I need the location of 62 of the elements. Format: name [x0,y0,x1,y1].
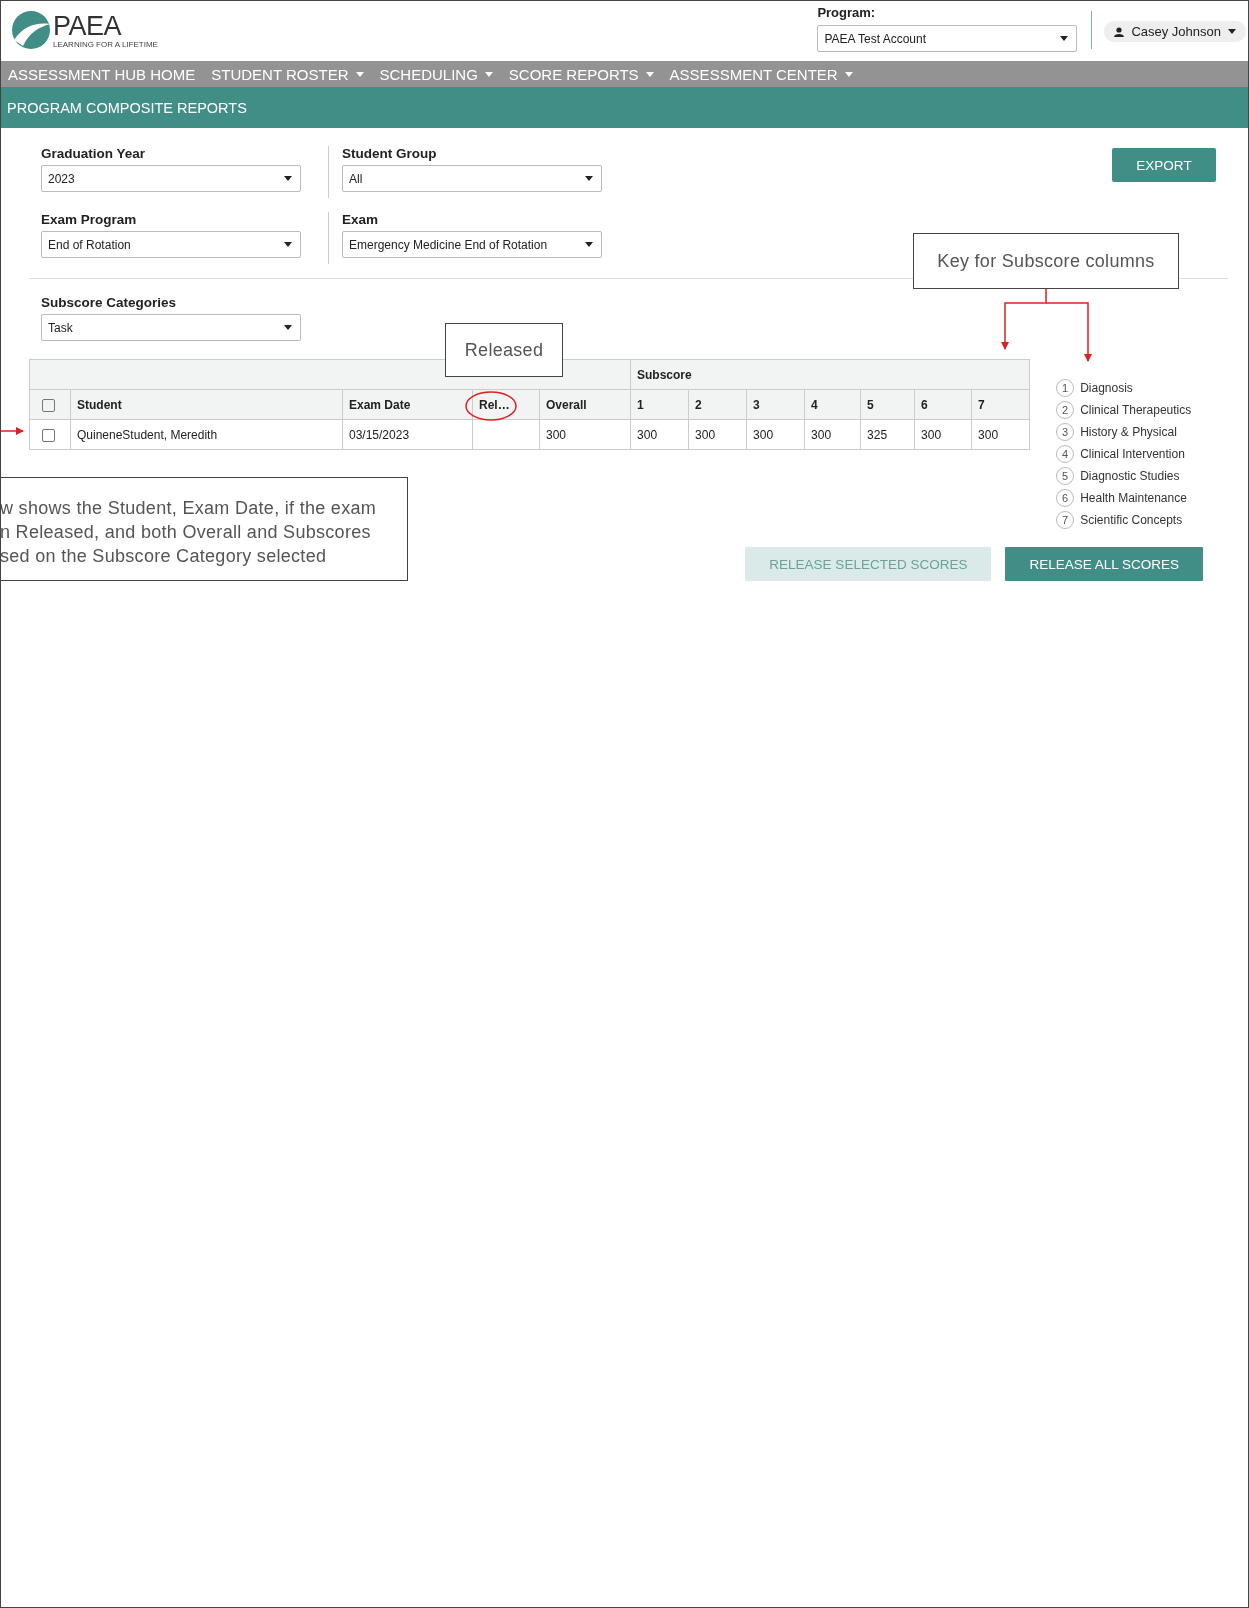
table-cell: 300 [914,419,972,450]
user-menu[interactable]: Casey Johnson [1104,21,1246,42]
table-cell: 300 [971,419,1030,450]
logo-tagline: LEARNING FOR A LIFETIME [53,39,158,49]
key-label: Clinical Intervention [1080,447,1185,461]
dropdown-field[interactable]: Task [41,314,301,341]
column-header[interactable]: 3 [746,389,805,420]
caret-icon [1060,36,1069,41]
caret-icon [1228,29,1236,34]
release-button[interactable]: RELEASE ALL SCORES [1005,547,1203,581]
table-cell [472,419,540,450]
dropdown-field[interactable]: 2023 [41,165,301,192]
key-label: Diagnostic Studies [1080,469,1180,483]
caret-icon [585,176,593,181]
key-label: Health Maintenance [1080,491,1187,505]
program-label: Program: [817,5,877,20]
logo-text: PAEA [53,11,123,40]
caret-icon [585,242,593,247]
table-cell: 325 [860,419,915,450]
callout-box: Key for Subscore columns [913,233,1179,289]
field-label: Exam [342,212,380,227]
table-cell: 300 [630,419,689,450]
arrow [1,427,24,435]
key-label: Diagnosis [1080,381,1133,395]
column-header[interactable]: 7 [971,389,1030,420]
table-cell: QuineneStudent, Meredith [70,419,343,450]
column-header[interactable]: Student [70,389,343,420]
table-cell: 300 [539,419,631,450]
column-header[interactable]: 1 [630,389,689,420]
checkbox[interactable] [42,398,55,412]
column-header[interactable]: 5 [860,389,915,420]
field-label: Exam Program [41,212,138,227]
column-header[interactable]: 2 [688,389,747,420]
export-button[interactable]: EXPORT [1112,148,1216,182]
key-label: Clinical Therapeutics [1080,403,1192,417]
dropdown-field[interactable]: All [342,165,602,192]
field-label: Graduation Year [41,146,147,161]
caret-icon [284,176,292,181]
column-header[interactable]: 4 [804,389,861,420]
key-label: Scientific Concepts [1080,513,1183,527]
column-header[interactable]: Exam Date [342,389,473,420]
dropdown-field[interactable]: End of Rotation [41,231,301,258]
caret-icon [284,325,292,330]
table-cell: 300 [804,419,861,450]
table-cell: 300 [746,419,805,450]
table-cell: 300 [688,419,747,450]
user-icon [1114,26,1125,37]
column-header[interactable]: 6 [914,389,972,420]
highlight-circle [465,391,517,421]
program-select[interactable]: PAEA Test Account [817,25,1078,52]
caret-icon [284,242,292,247]
logo-icon [11,10,51,50]
column-header[interactable]: Overall [539,389,631,420]
checkbox[interactable] [42,428,55,442]
field-label: Subscore Categories [41,295,178,310]
dropdown-field[interactable]: Emergency Medicine End of Rotation [342,231,602,258]
table-cell: 03/15/2023 [342,419,473,450]
page-title-bar: PROGRAM COMPOSITE REPORTS [1,87,1248,128]
callout-box: Released [445,323,563,377]
header-cell: Subscore [630,359,1030,390]
key-label: History & Physical [1080,425,1177,439]
field-label: Student Group [342,146,438,161]
